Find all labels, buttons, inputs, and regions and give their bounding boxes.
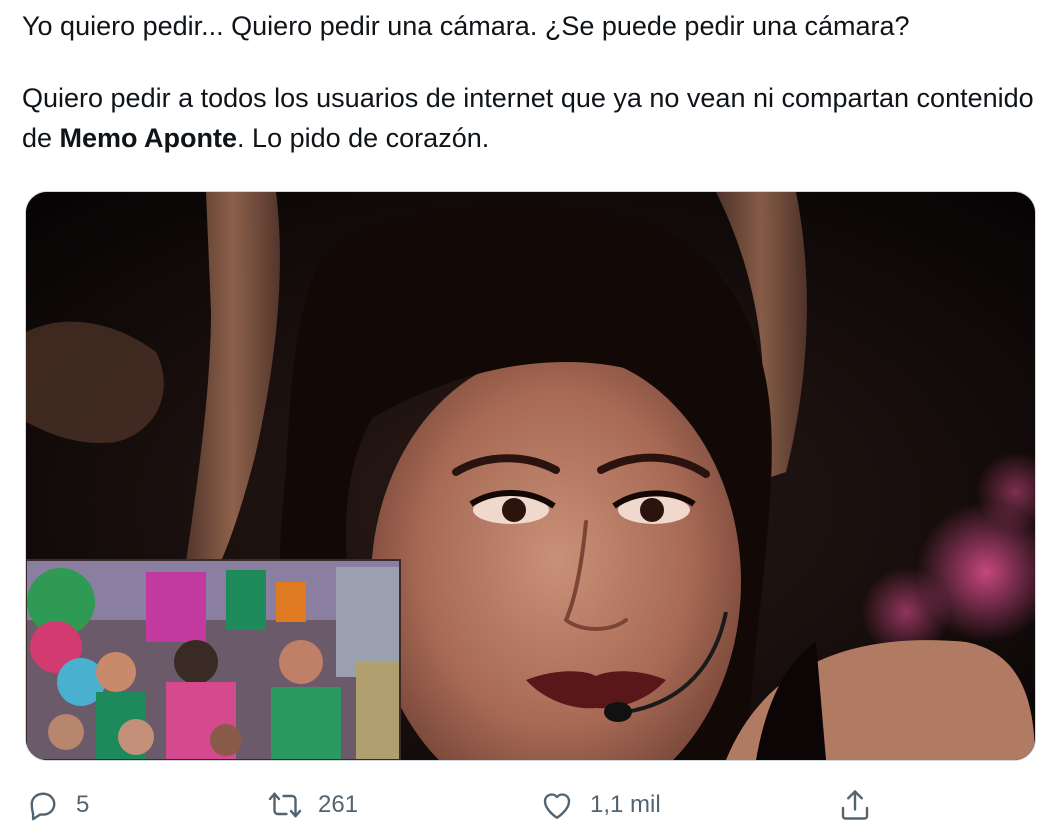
retweet-button[interactable]: 261	[266, 780, 358, 830]
reply-count: 5	[76, 791, 90, 818]
share-button[interactable]	[836, 780, 874, 830]
share-upload-icon	[836, 786, 874, 824]
tweet-actions-bar: 5 261 1,1 mil	[0, 780, 1062, 830]
reply-bubble-icon	[24, 786, 62, 824]
tweet-media-image[interactable]	[25, 191, 1036, 761]
mention-name: Memo Aponte	[59, 123, 238, 153]
like-button[interactable]: 1,1 mil	[538, 780, 661, 830]
tweet-text: Yo quiero pedir... Quiero pedir una cáma…	[22, 6, 1042, 158]
tweet-text-line-2-end: . Lo pido de corazón.	[237, 123, 490, 153]
retweet-arrows-icon	[266, 786, 304, 824]
like-count: 1,1 mil	[590, 791, 661, 818]
retweet-count: 261	[318, 791, 359, 818]
tweet: Yo quiero pedir... Quiero pedir una cáma…	[0, 0, 1062, 830]
tweet-text-line-1: Yo quiero pedir... Quiero pedir una cáma…	[22, 11, 910, 41]
heart-icon	[538, 786, 576, 824]
tweet-text-line-2: Quiero pedir a todos los usuarios de int…	[22, 78, 1042, 158]
media-picture	[26, 192, 1035, 760]
reply-button[interactable]: 5	[24, 780, 89, 830]
